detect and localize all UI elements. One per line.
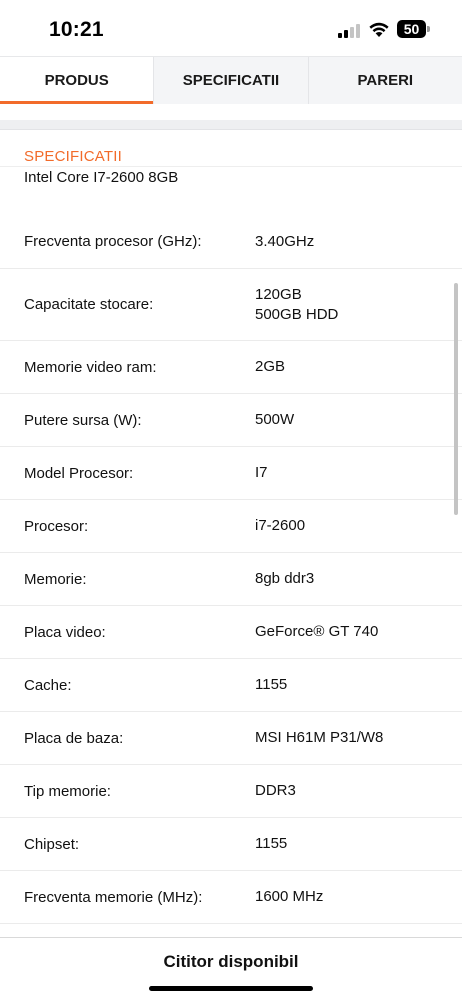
divider <box>0 166 462 167</box>
spec-value: 500W <box>255 411 295 428</box>
reader-available-label[interactable]: Cititor disponibil <box>0 952 462 972</box>
product-title: Intel Core I7-2600 8GB <box>24 169 179 186</box>
spec-value: DDR3 <box>255 782 296 799</box>
table-row: Placa de baza: MSI H61M P31/W8 <box>0 712 462 765</box>
table-row: Putere sursa (W): 500W <box>0 394 462 447</box>
spec-value: 1155 <box>255 835 288 852</box>
battery-icon: 50 <box>397 20 431 38</box>
table-row: Placa video: GeForce® GT 740 <box>0 606 462 659</box>
section-separator <box>0 120 462 130</box>
spec-label: Cache: <box>24 676 72 694</box>
spec-value: 3.40GHz <box>255 232 315 250</box>
table-row: Tip memorie: DDR3 <box>0 765 462 818</box>
table-row: Procesor: i7-2600 <box>0 500 462 553</box>
tab-pareri[interactable]: PARERI <box>307 57 462 104</box>
spec-label: Tip memorie: <box>24 782 111 800</box>
home-indicator[interactable] <box>149 986 313 991</box>
spec-value: MSI H61M P31/W8 <box>255 729 384 746</box>
spec-label: Model Procesor: <box>24 464 134 482</box>
signal-icon <box>338 24 362 38</box>
tab-label: PRODUS <box>44 72 109 89</box>
spec-label: Capacitate stocare: <box>24 296 154 313</box>
spec-label: Frecventa memorie (MHz): <box>24 888 203 906</box>
spec-label: Memorie: <box>24 570 87 588</box>
spec-value: 8gb ddr3 <box>255 570 315 587</box>
spec-value: GeForce® GT 740 <box>255 623 379 640</box>
table-row: Memorie: 8gb ddr3 <box>0 553 462 606</box>
table-row: Frecventa procesor (GHz): 3.40GHz <box>0 215 462 269</box>
scrollbar[interactable] <box>454 283 458 515</box>
battery-cap <box>427 26 430 32</box>
spec-value: 1600 MHz <box>255 888 324 905</box>
spec-value: i7-2600 <box>255 517 306 534</box>
table-row: Capacitate stocare: 120GB 500GB HDD <box>0 269 462 341</box>
spec-label: Putere sursa (W): <box>24 411 142 429</box>
wifi-icon <box>369 22 389 37</box>
battery-level: 50 <box>403 21 420 37</box>
spec-label: Memorie video ram: <box>24 358 157 376</box>
product-tabs: PRODUS SPECIFICATII PARERI <box>0 56 462 104</box>
tab-label: PARERI <box>357 72 414 89</box>
spec-label: Frecventa procesor (GHz): <box>24 233 202 250</box>
status-bar: 10:21 50 <box>0 0 462 56</box>
spec-value: 1155 <box>255 676 288 693</box>
spec-label: Placa video: <box>24 623 106 641</box>
spec-value: 2GB <box>255 358 286 375</box>
spec-table: Frecventa procesor (GHz): 3.40GHz Capaci… <box>0 215 462 924</box>
spec-value: 120GB 500GB HDD <box>255 285 339 323</box>
table-row: Cache: 1155 <box>0 659 462 712</box>
table-row: Model Procesor: I7 <box>0 447 462 500</box>
spec-label: Procesor: <box>24 517 89 535</box>
tab-produs[interactable]: PRODUS <box>0 57 154 104</box>
spec-label: Placa de baza: <box>24 729 124 747</box>
specs-content[interactable]: SPECIFICATII Intel Core I7-2600 8GB Frec… <box>0 131 462 937</box>
status-time: 10:21 <box>49 18 104 41</box>
tab-specificatii[interactable]: SPECIFICATII <box>153 57 307 104</box>
table-row: Memorie video ram: 2GB <box>0 341 462 394</box>
reader-bar[interactable]: Cititor disponibil <box>0 937 462 999</box>
spec-label: Chipset: <box>24 835 80 853</box>
table-row: Chipset: 1155 <box>0 818 462 871</box>
section-heading: SPECIFICATII <box>24 148 122 165</box>
tab-label: SPECIFICATII <box>182 72 280 89</box>
spec-value: I7 <box>255 464 268 481</box>
table-row: Frecventa memorie (MHz): 1600 MHz <box>0 871 462 924</box>
